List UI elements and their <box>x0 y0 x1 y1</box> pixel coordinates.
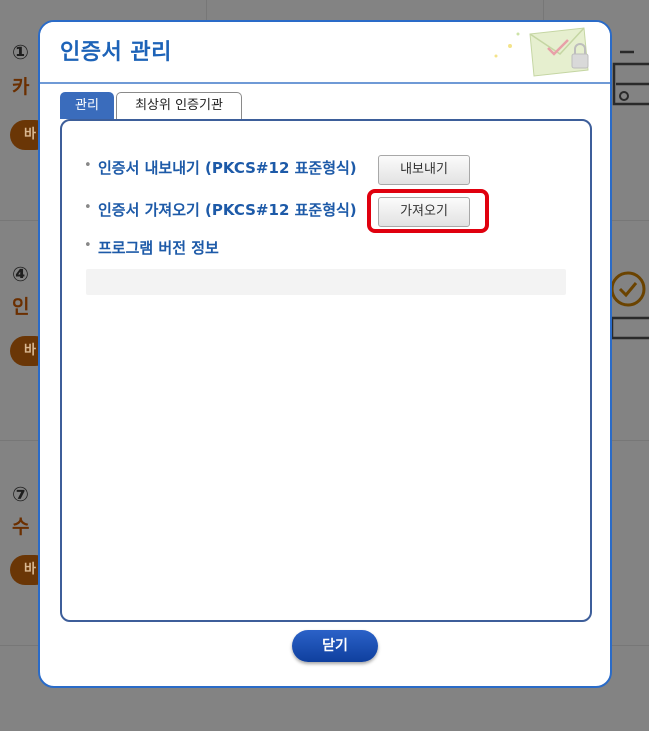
bullet-dot: • <box>84 200 92 215</box>
tab-root-ca[interactable]: 최상위 인증기관 <box>116 92 242 119</box>
import-highlight-box <box>367 189 489 233</box>
background-step-title: 인 <box>12 296 30 318</box>
dialog-title: 인증서 관리 <box>60 40 172 65</box>
bullet-dot: • <box>84 238 92 253</box>
background-step-number: ⑦ <box>12 482 29 506</box>
lock-icon <box>612 50 649 106</box>
background-step-title: 카 <box>12 76 30 98</box>
close-button[interactable]: 닫기 <box>292 630 378 662</box>
dialog-header: 인증서 관리 <box>40 22 610 84</box>
certificate-management-dialog: 인증서 관리 관리 최상위 인증기관 • 인증서 내보내기 (PKCS#12 표… <box>38 20 612 688</box>
background-step-number: ① <box>12 40 29 64</box>
background-divider <box>206 0 207 22</box>
export-button[interactable]: 내보내기 <box>378 155 470 185</box>
background-step-number: ④ <box>12 262 29 286</box>
version-info-field <box>86 269 566 295</box>
version-label: 프로그램 버전 정보 <box>98 239 219 257</box>
tab-content-panel: • 인증서 내보내기 (PKCS#12 표준형식) 내보내기 • 인증서 가져오… <box>60 119 592 622</box>
import-label: 인증서 가져오기 (PKCS#12 표준형식) <box>98 201 357 219</box>
check-circle-icon <box>610 271 649 340</box>
background-step-title: 수 <box>12 516 30 538</box>
bullet-dot: • <box>84 158 92 173</box>
export-label: 인증서 내보내기 (PKCS#12 표준형식) <box>98 159 357 177</box>
background-divider <box>543 0 544 22</box>
tab-manage[interactable]: 관리 <box>60 92 114 119</box>
certificate-envelope-icon <box>494 27 589 77</box>
